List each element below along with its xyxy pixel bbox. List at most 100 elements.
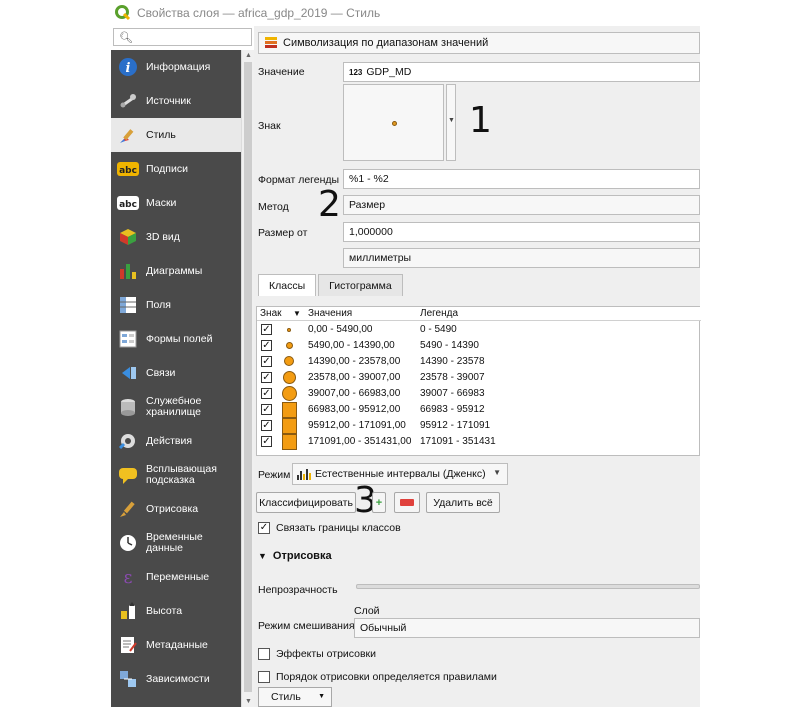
legend-format-field[interactable]: %1 - %2: [343, 169, 700, 189]
sidebar-item-map-tip[interactable]: Всплывающая подсказка: [111, 458, 241, 492]
title-bar: Свойства слоя — africa_gdp_2019 — Стиль: [115, 0, 700, 26]
scrollbar-thumb[interactable]: [244, 62, 252, 692]
units-select[interactable]: миллиметры: [343, 248, 700, 268]
scroll-down-icon[interactable]: ▼: [245, 698, 252, 705]
remove-class-button[interactable]: [394, 492, 420, 513]
graduated-renderer-icon: [265, 37, 277, 49]
tab-classes[interactable]: Классы: [258, 274, 317, 296]
value-field[interactable]: 123 GDP_MD: [343, 62, 700, 82]
table-row[interactable]: ✓ 95912,00 - 171091,00 95912 - 171091: [257, 418, 701, 434]
classify-button[interactable]: Классифицировать: [256, 492, 356, 513]
checkbox-box[interactable]: [258, 648, 270, 660]
info-icon: i: [117, 56, 139, 78]
mode-label: Режим: [258, 469, 291, 481]
qgis-logo-icon: [115, 5, 131, 21]
sidebar-item-dependencies[interactable]: Зависимости: [111, 662, 241, 696]
row-checkbox[interactable]: ✓: [261, 340, 272, 351]
minus-icon: [400, 499, 414, 506]
svg-text:abc: abc: [119, 200, 137, 210]
dependencies-icon: [117, 668, 139, 690]
sidebar-item-labels[interactable]: abc Подписи: [111, 152, 241, 186]
class-values: 39007,00 - 66983,00: [308, 388, 401, 399]
rendering-section-header[interactable]: ▼ Отрисовка: [258, 550, 332, 562]
draw-effects-checkbox[interactable]: Эффекты отрисовки: [258, 648, 376, 660]
mode-select[interactable]: Естественные интервалы (Дженкс) ▼: [292, 463, 508, 485]
brush-icon: [117, 124, 139, 146]
numeric-field-icon: 123: [349, 67, 363, 77]
sidebar-item-source[interactable]: Источник: [111, 84, 241, 118]
sidebar-item-fields[interactable]: Поля: [111, 288, 241, 322]
annotation-1: 1: [469, 100, 492, 141]
rule-based-order-checkbox[interactable]: Порядок отрисовки определяется правилами: [258, 671, 497, 683]
sidebar-item-temporal[interactable]: Временные данные: [111, 526, 241, 560]
style-menu-button[interactable]: Стиль ▼: [258, 687, 332, 707]
row-checkbox[interactable]: ✓: [261, 436, 272, 447]
style-panel: Символизация по диапазонам значений Знач…: [254, 26, 701, 707]
table-row[interactable]: ✓ 39007,00 - 66983,00 39007 - 66983: [257, 386, 701, 402]
search-input[interactable]: 🔍︎: [113, 28, 252, 46]
class-legend: 95912 - 171091: [420, 420, 491, 431]
tab-bar: Классы Гистограмма: [258, 274, 405, 296]
row-checkbox[interactable]: ✓: [261, 356, 272, 367]
class-values: 0,00 - 5490,00: [308, 324, 373, 335]
row-checkbox[interactable]: ✓: [261, 404, 272, 415]
blend-mode-select[interactable]: Обычный: [354, 618, 700, 638]
size-from-field[interactable]: 1,000000: [343, 222, 700, 242]
value-label: Значение: [258, 66, 305, 78]
class-legend: 66983 - 95912: [420, 404, 485, 415]
tab-histogram[interactable]: Гистограмма: [318, 274, 403, 296]
header-legend[interactable]: Легенда: [420, 308, 458, 319]
chevron-down-icon: ▼: [493, 468, 501, 477]
sidebar-item-auxiliary-storage[interactable]: Служебное хранилище: [111, 390, 241, 424]
sidebar-item-joins[interactable]: Связи: [111, 356, 241, 390]
table-row[interactable]: ✓ 5490,00 - 14390,00 5490 - 14390: [257, 338, 701, 354]
plus-icon: +: [375, 496, 383, 509]
table-row[interactable]: ✓ 171091,00 - 351431,00 171091 - 351431: [257, 434, 701, 450]
svg-text:abc: abc: [119, 166, 137, 176]
opacity-slider[interactable]: [356, 584, 700, 589]
sidebar-item-elevation[interactable]: Высота: [111, 594, 241, 628]
table-row[interactable]: ✓ 14390,00 - 23578,00 14390 - 23578: [257, 354, 701, 370]
delete-all-button[interactable]: Удалить всё: [426, 492, 500, 513]
checkbox-box[interactable]: [258, 671, 270, 683]
sidebar-item-information[interactable]: i Информация: [111, 50, 241, 84]
method-label: Метод: [258, 201, 289, 213]
class-symbol: [282, 418, 297, 434]
sidebar-item-actions[interactable]: Действия: [111, 424, 241, 458]
row-checkbox[interactable]: ✓: [261, 420, 272, 431]
sidebar-item-variables[interactable]: ε Переменные: [111, 560, 241, 594]
search-icon: 🔍︎: [119, 32, 133, 44]
table-row[interactable]: ✓ 66983,00 - 95912,00 66983 - 95912: [257, 402, 701, 418]
header-symbol[interactable]: Знак: [260, 308, 282, 319]
table-header: Знак ▼ Значения Легенда: [257, 307, 701, 321]
sidebar-item-rendering[interactable]: Отрисовка: [111, 492, 241, 526]
sidebar-item-3d-view[interactable]: 3D вид: [111, 220, 241, 254]
link-class-bounds-checkbox[interactable]: ✓ Связать границы классов: [258, 522, 401, 534]
sidebar-item-style[interactable]: Стиль: [111, 118, 241, 152]
sidebar-item-masks[interactable]: abc Маски: [111, 186, 241, 220]
symbol-dropdown-button[interactable]: ▼: [446, 84, 456, 161]
table-row[interactable]: ✓ 23578,00 - 39007,00 23578 - 39007: [257, 370, 701, 386]
labels-abc-icon: abc: [117, 158, 139, 180]
scroll-up-icon[interactable]: ▲: [245, 52, 252, 59]
row-checkbox[interactable]: ✓: [261, 388, 272, 399]
class-values: 95912,00 - 171091,00: [308, 420, 406, 431]
checkbox-box[interactable]: ✓: [258, 522, 270, 534]
sidebar-scrollbar[interactable]: ▲ ▼: [241, 50, 254, 707]
renderer-select[interactable]: Символизация по диапазонам значений: [258, 32, 700, 54]
symbol-button[interactable]: [343, 84, 444, 161]
header-values[interactable]: Значения: [308, 308, 352, 319]
class-symbol: [287, 328, 291, 332]
sidebar-item-attribute-form[interactable]: Формы полей: [111, 322, 241, 356]
table-row[interactable]: ✓ 0,00 - 5490,00 0 - 5490: [257, 322, 701, 338]
row-checkbox[interactable]: ✓: [261, 324, 272, 335]
row-checkbox[interactable]: ✓: [261, 372, 272, 383]
value-text: GDP_MD: [366, 66, 412, 78]
cube-3d-icon: [117, 226, 139, 248]
method-select[interactable]: Размер: [343, 195, 700, 215]
sidebar-item-diagrams[interactable]: Диаграммы: [111, 254, 241, 288]
sidebar-item-metadata[interactable]: Метаданные: [111, 628, 241, 662]
svg-text:ε: ε: [124, 568, 133, 587]
class-legend: 0 - 5490: [420, 324, 457, 335]
add-class-button[interactable]: +: [372, 492, 386, 513]
